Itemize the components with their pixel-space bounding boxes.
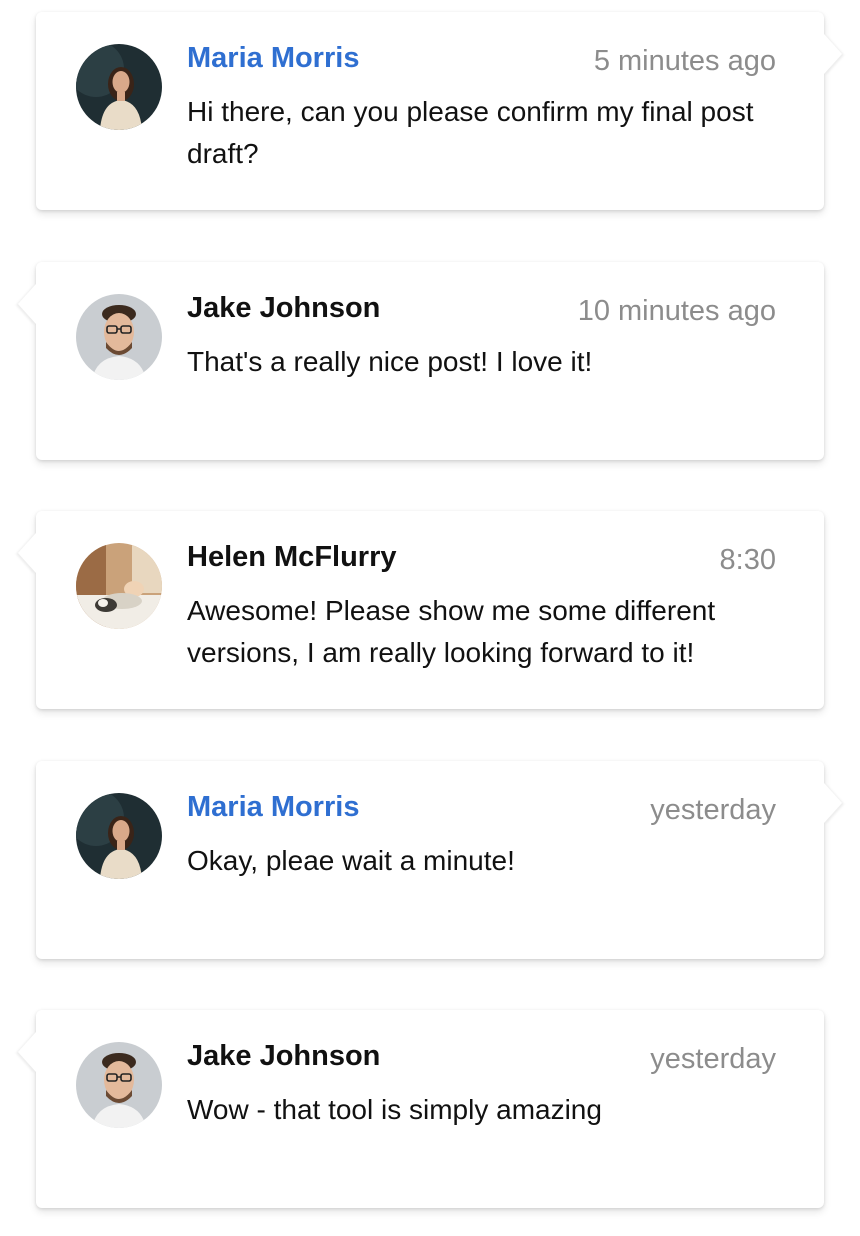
author-name[interactable]: Jake Johnson [187, 1040, 380, 1073]
author-name[interactable]: Maria Morris [187, 791, 359, 824]
message-text: That's a really nice post! I love it! [187, 346, 593, 377]
avatar[interactable] [76, 793, 162, 879]
message-text: Hi there, can you please confirm my fina… [187, 96, 754, 169]
timestamp: 5 minutes ago [593, 45, 776, 77]
avatar[interactable] [76, 1042, 162, 1128]
message-card[interactable]: Maria Morris 5 minutes ago Hi there, can… [36, 12, 842, 210]
timestamp: 8:30 [719, 544, 776, 576]
timestamp: yesterday [650, 794, 776, 826]
woman-portrait-icon [76, 793, 162, 879]
timestamp: 10 minutes ago [577, 295, 776, 327]
message-card[interactable]: Helen McFlurry 8:30 Awesome! Please show… [18, 511, 824, 709]
author-name[interactable]: Jake Johnson [187, 292, 380, 325]
author-name[interactable]: Maria Morris [187, 42, 359, 75]
timestamp: yesterday [650, 1043, 776, 1075]
speech-tail [18, 284, 36, 324]
speech-tail [824, 783, 842, 823]
woman-portrait-icon [76, 44, 162, 130]
speech-tail [824, 34, 842, 74]
message-card[interactable]: Maria Morris yesterday Okay, pleae wait … [36, 761, 842, 959]
avatar[interactable] [76, 543, 162, 629]
message-text: Wow - that tool is simply amazing [187, 1094, 602, 1125]
man-portrait-icon [76, 294, 162, 380]
man-portrait-icon [76, 1042, 162, 1128]
woman-with-dog-icon [76, 543, 162, 629]
message-card[interactable]: Jake Johnson 10 minutes ago That's a rea… [18, 262, 824, 460]
message-text: Okay, pleae wait a minute! [187, 845, 515, 876]
avatar[interactable] [76, 294, 162, 380]
author-name[interactable]: Helen McFlurry [187, 541, 397, 574]
speech-tail [18, 533, 36, 573]
message-card[interactable]: Jake Johnson yesterday Wow - that tool i… [18, 1010, 824, 1208]
speech-tail [18, 1032, 36, 1072]
avatar[interactable] [76, 44, 162, 130]
message-text: Awesome! Please show me some different v… [187, 595, 716, 668]
